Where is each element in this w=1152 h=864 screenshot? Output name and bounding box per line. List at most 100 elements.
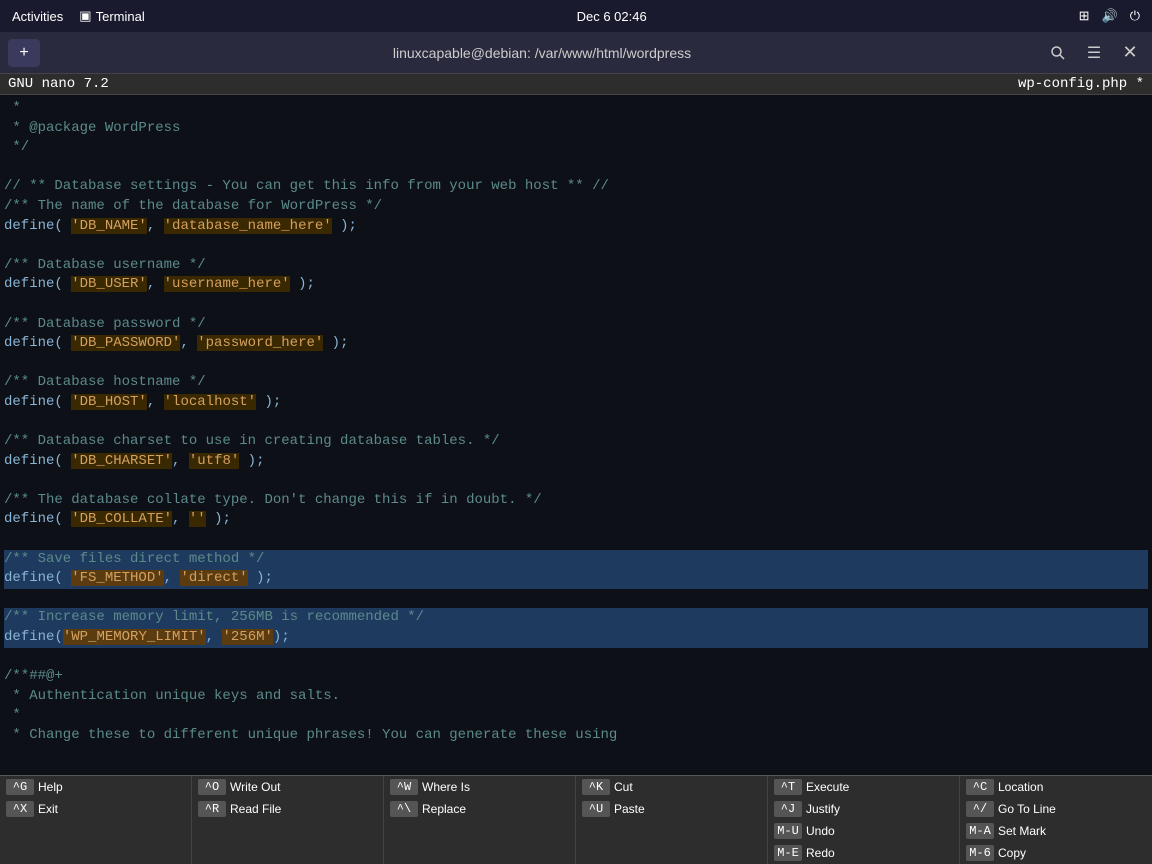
close-button[interactable]: ✕ [1116, 39, 1144, 67]
shortcut-item[interactable] [384, 842, 576, 864]
editor-line [4, 158, 1148, 178]
shortcut-label: Replace [422, 802, 466, 816]
shortcut-item[interactable] [576, 842, 768, 864]
shortcut-item[interactable] [0, 820, 192, 842]
sound-icon[interactable]: 🔊 [1102, 8, 1118, 24]
shortcut-label: Cut [614, 780, 633, 794]
editor-line: // ** Database settings - You can get th… [4, 177, 1148, 197]
shortcut-item[interactable]: ^TExecute [768, 776, 960, 798]
shortcut-label: Paste [614, 802, 645, 816]
editor-line: define( 'DB_CHARSET', 'utf8' ); [4, 452, 1148, 472]
shortcut-item[interactable]: M-ERedo [768, 842, 960, 864]
shortcut-label: Read File [230, 802, 281, 816]
editor-line [4, 236, 1148, 256]
shortcut-bar: ^GHelp^OWrite Out ^W Where Is ^K Cut ^TExecut… [0, 775, 1152, 864]
editor-line: * Change these to different unique phras… [4, 726, 1148, 746]
editor-line: * [4, 706, 1148, 726]
system-bar-right: ⊞ 🔊 ⏻ [1079, 8, 1140, 24]
editor-line: define('WP_MEMORY_LIMIT', '256M'); [4, 628, 1148, 648]
shortcut-key: M-6 [966, 845, 994, 861]
add-tab-button[interactable]: + [8, 39, 40, 67]
shortcut-item[interactable] [576, 820, 768, 842]
shortcut-label: Execute [806, 780, 849, 794]
editor-line: /** Database username */ [4, 256, 1148, 276]
editor-line: * @package WordPress [4, 119, 1148, 139]
editor-line [4, 471, 1148, 491]
editor-line: */ [4, 138, 1148, 158]
nano-header: GNU nano 7.2 wp-config.php * [0, 74, 1152, 95]
shortcut-key: ^\ [390, 801, 418, 817]
titlebar-right: ☰ ✕ [1044, 39, 1144, 67]
shortcut-label: Location [998, 780, 1043, 794]
network-icon[interactable]: ⊞ [1079, 8, 1090, 24]
editor-line: define( 'DB_HOST', 'localhost' ); [4, 393, 1148, 413]
shortcut-item[interactable]: M-A Set Mark [960, 820, 1152, 842]
power-icon[interactable]: ⏻ [1130, 8, 1140, 24]
terminal-window: + linuxcapable@debian: /var/www/html/wor… [0, 32, 1152, 864]
editor-line [4, 413, 1148, 433]
shortcut-item[interactable]: ^U Paste [576, 798, 768, 820]
nano-filename: wp-config.php * [1018, 76, 1144, 92]
shortcut-item[interactable]: M-6 Copy [960, 842, 1152, 864]
shortcut-item[interactable]: ^/Go To Line [960, 798, 1152, 820]
shortcut-item[interactable]: ^J Justify [768, 798, 960, 820]
menu-button[interactable]: ☰ [1080, 39, 1108, 67]
shortcut-item[interactable]: ^XExit [0, 798, 192, 820]
shortcut-item[interactable]: ^CLocation [960, 776, 1152, 798]
system-bar-center: Dec 6 02:46 [577, 9, 647, 24]
datetime: Dec 6 02:46 [577, 9, 647, 24]
editor-line: define( 'DB_COLLATE', '' ); [4, 510, 1148, 530]
system-bar-left: Activities ▣ Terminal [12, 8, 145, 24]
terminal-menu-item[interactable]: ▣ Terminal [79, 8, 144, 24]
titlebar-left: + [8, 39, 40, 67]
nano-version: GNU nano 7.2 [8, 76, 109, 92]
shortcut-item[interactable]: ^\ Replace [384, 798, 576, 820]
shortcut-item[interactable] [384, 820, 576, 842]
shortcut-key: ^O [198, 779, 226, 795]
shortcut-key: ^R [198, 801, 226, 817]
shortcut-item[interactable]: ^W Where Is [384, 776, 576, 798]
activities-label[interactable]: Activities [12, 9, 63, 24]
editor-line: /** The database collate type. Don't cha… [4, 491, 1148, 511]
system-bar: Activities ▣ Terminal Dec 6 02:46 ⊞ 🔊 ⏻ [0, 0, 1152, 32]
editor-area[interactable]: * * @package WordPress */ // ** Database… [0, 95, 1152, 775]
shortcut-key: M-A [966, 823, 994, 839]
shortcut-label: Set Mark [998, 824, 1046, 838]
shortcut-key: ^/ [966, 801, 994, 817]
shortcut-item[interactable] [192, 820, 384, 842]
editor-line: * Authentication unique keys and salts. [4, 687, 1148, 707]
shortcut-label: Copy [998, 846, 1026, 860]
editor-line: define( 'DB_NAME', 'database_name_here' … [4, 217, 1148, 237]
editor-line [4, 648, 1148, 668]
shortcut-label: Justify [806, 802, 840, 816]
shortcut-item[interactable] [192, 842, 384, 864]
editor-line: /** The name of the database for WordPre… [4, 197, 1148, 217]
shortcut-item[interactable]: ^OWrite Out [192, 776, 384, 798]
editor-line [4, 354, 1148, 374]
shortcut-label: Where Is [422, 780, 470, 794]
shortcut-key: ^U [582, 801, 610, 817]
shortcut-item[interactable]: ^R Read File [192, 798, 384, 820]
shortcut-item[interactable]: ^K Cut [576, 776, 768, 798]
editor-line [4, 589, 1148, 609]
shortcut-key: ^J [774, 801, 802, 817]
shortcut-label: Help [38, 780, 63, 794]
shortcut-item[interactable] [0, 842, 192, 864]
editor-line: /** Database charset to use in creating … [4, 432, 1148, 452]
editor-line: /** Database password */ [4, 315, 1148, 335]
search-button[interactable] [1044, 39, 1072, 67]
shortcut-label: Exit [38, 802, 58, 816]
editor-line: define( 'FS_METHOD', 'direct' ); [4, 569, 1148, 589]
shortcut-label: Redo [806, 846, 835, 860]
editor-line [4, 295, 1148, 315]
shortcut-key: ^K [582, 779, 610, 795]
shortcut-item[interactable]: M-UUndo [768, 820, 960, 842]
shortcut-key: ^W [390, 779, 418, 795]
terminal-title: linuxcapable@debian: /var/www/html/wordp… [40, 45, 1044, 61]
editor-line: /** Increase memory limit, 256MB is reco… [4, 608, 1148, 628]
editor-line: /**##@+ [4, 667, 1148, 687]
terminal-titlebar: + linuxcapable@debian: /var/www/html/wor… [0, 32, 1152, 74]
editor-line: * [4, 99, 1148, 119]
shortcut-key: M-U [774, 823, 802, 839]
shortcut-item[interactable]: ^GHelp [0, 776, 192, 798]
